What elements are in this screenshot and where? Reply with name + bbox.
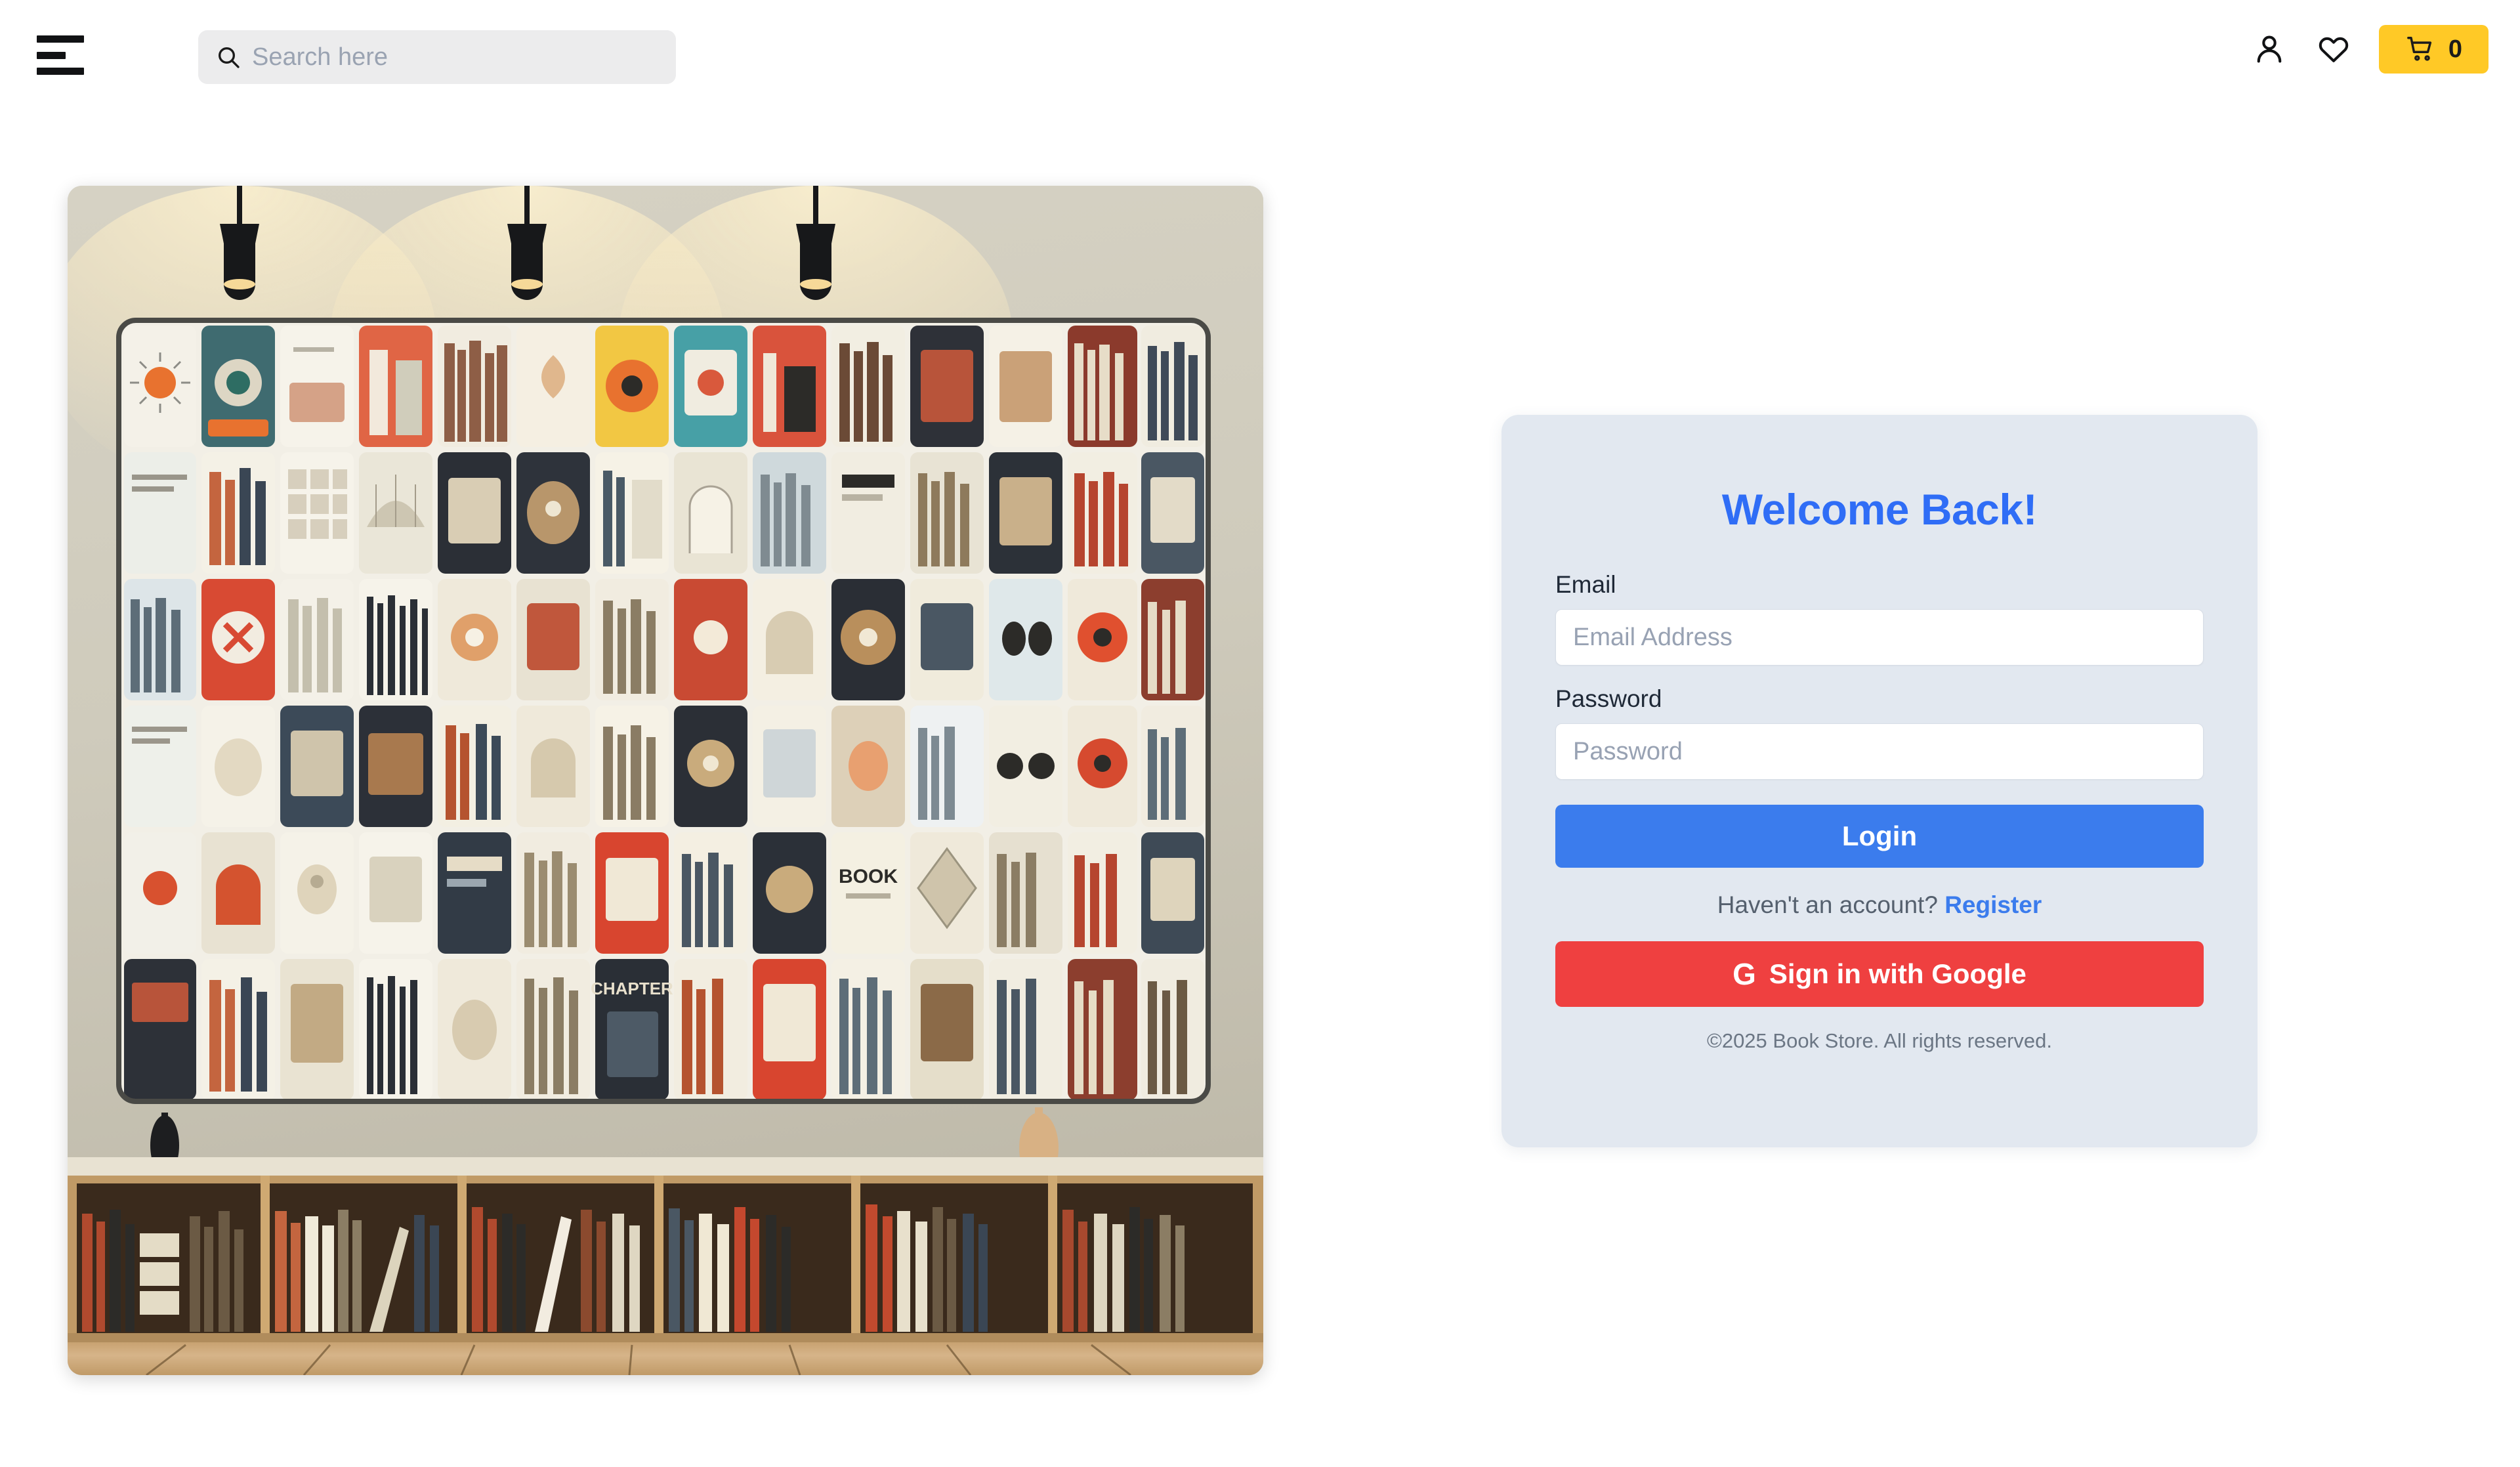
google-signin-button[interactable]: G Sign in with Google [1555,941,2204,1007]
login-card: Welcome Back! Email Password Login Haven… [1502,415,2258,1147]
hamburger-menu-icon[interactable] [37,32,94,79]
header-actions: 0 [2250,25,2488,74]
hamburger-line-1 [37,35,84,43]
hamburger-line-2 [37,51,66,59]
google-g-icon: G [1732,957,1756,991]
copyright-text: ©2025 Book Store. All rights reserved. [1706,1029,2052,1052]
cart-count: 0 [2448,35,2462,63]
password-label: Password [1555,685,1662,712]
cart-button[interactable]: 0 [2378,25,2488,74]
field-spacer [1555,666,2204,685]
search-input[interactable] [252,43,659,72]
hamburger-line-3 [37,68,84,75]
login-button[interactable]: Login [1555,805,2204,868]
password-field[interactable] [1555,723,2204,780]
register-link[interactable]: Register [1944,891,2042,918]
top-header: 0 [0,0,2520,110]
svg-text:CHAPTER: CHAPTER [591,979,673,998]
search-icon [219,47,240,68]
register-prompt-text: Haven't an account? [1717,891,1938,918]
email-label: Email [1555,571,1616,598]
email-field[interactable] [1555,609,2204,666]
shopping-cart-icon [2406,37,2431,61]
register-prompt: Haven't an account? Register [1555,891,2204,919]
svg-text:BOOK: BOOK [839,866,898,887]
google-signin-label: Sign in with Google [1769,958,2026,989]
bookstore-hero-image: BOOK CHAPTER [68,186,1263,1375]
heart-icon[interactable] [2315,29,2353,70]
page-title: Welcome Back! [1721,485,2038,534]
user-account-icon[interactable] [2250,29,2288,70]
search-bar[interactable] [198,30,676,84]
bookstore-illustration: BOOK CHAPTER [68,186,1263,1375]
